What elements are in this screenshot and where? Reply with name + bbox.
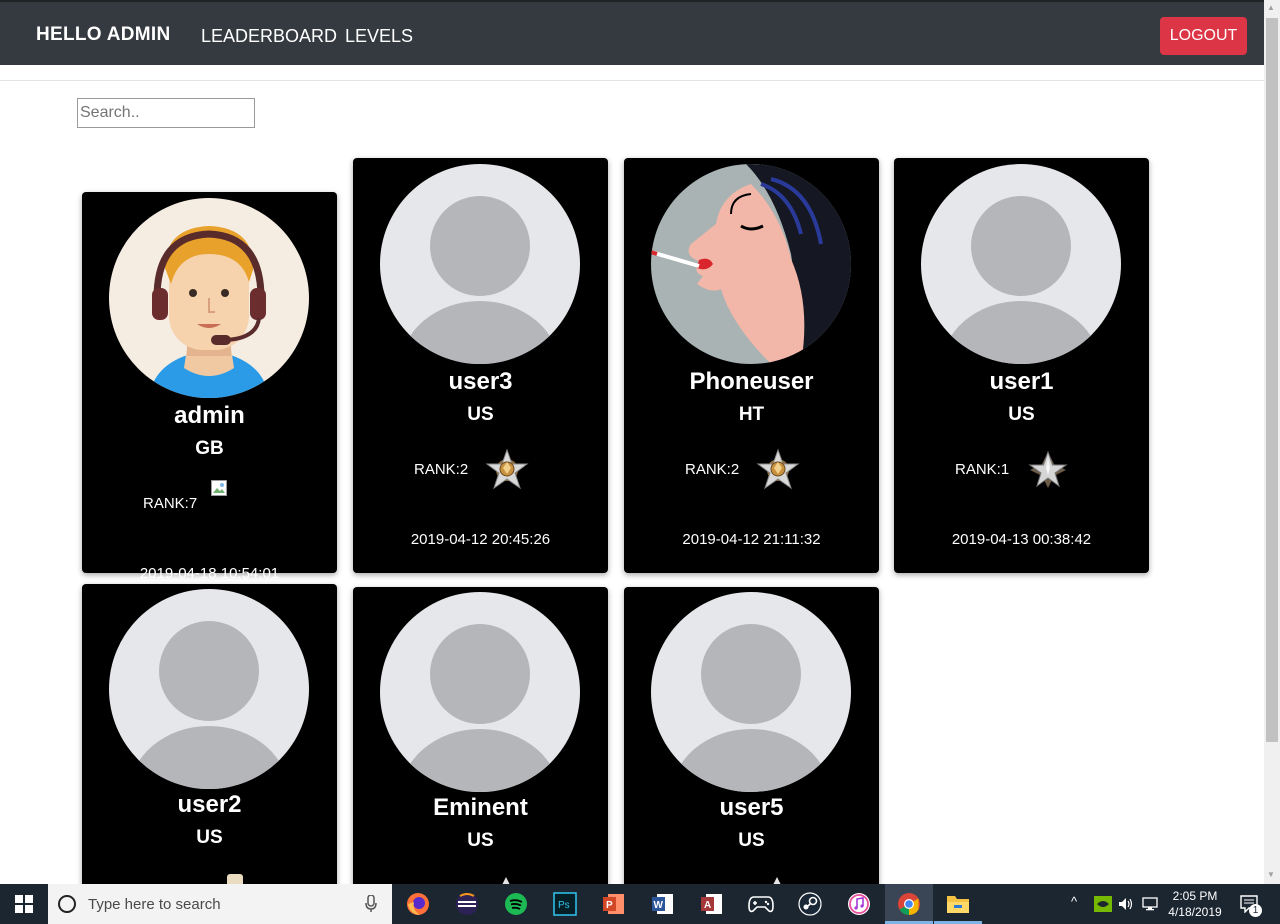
country-code: GB bbox=[195, 438, 224, 459]
access-icon[interactable]: A bbox=[696, 888, 728, 920]
start-button[interactable] bbox=[0, 884, 48, 924]
tray-overflow-chevron-icon[interactable]: ^ bbox=[1071, 894, 1077, 909]
file-explorer-icon[interactable] bbox=[942, 888, 974, 920]
user-card-user5[interactable]: user5 US bbox=[624, 587, 879, 907]
last-login-date: 2019-04-12 21:11:32 bbox=[682, 531, 821, 548]
country-code: HT bbox=[738, 404, 765, 425]
default-avatar bbox=[651, 592, 851, 792]
username: admin bbox=[174, 402, 245, 429]
country-code: US bbox=[467, 404, 494, 425]
logout-button[interactable]: LOGOUT bbox=[1160, 17, 1247, 55]
spotify-icon[interactable] bbox=[500, 888, 532, 920]
country-code: US bbox=[467, 830, 494, 851]
word-icon[interactable]: W bbox=[647, 888, 679, 920]
clock-time: 2:05 PM bbox=[1172, 889, 1218, 903]
username: user5 bbox=[719, 794, 784, 821]
username: Eminent bbox=[433, 794, 528, 821]
broken-image-icon bbox=[211, 480, 227, 496]
user-card-user1[interactable]: user1 US RANK:1 2019-04-13 00:38:42 bbox=[894, 158, 1149, 573]
country-code: US bbox=[1008, 404, 1035, 425]
network-icon[interactable] bbox=[1142, 896, 1158, 912]
windows-logo-icon bbox=[15, 895, 33, 913]
rank-label: RANK:2 bbox=[685, 461, 740, 478]
photoshop-icon[interactable]: Ps bbox=[549, 888, 581, 920]
volume-icon[interactable] bbox=[1118, 896, 1134, 912]
gold-star-badge-icon bbox=[756, 448, 800, 492]
rank-label: RANK:2 bbox=[414, 461, 469, 478]
firefox-icon[interactable] bbox=[402, 888, 434, 920]
country-code: US bbox=[738, 830, 765, 851]
chrome-icon[interactable] bbox=[893, 888, 925, 920]
taskbar-search-placeholder: Type here to search bbox=[88, 896, 221, 913]
svg-text:A: A bbox=[704, 900, 711, 911]
rank-label: RANK:1 bbox=[955, 461, 1010, 478]
page-scrollbar[interactable]: ▲ ▼ bbox=[1264, 0, 1280, 884]
last-login-date: 2019-04-12 20:45:26 bbox=[410, 531, 551, 548]
country-code: US bbox=[196, 827, 223, 848]
microphone-icon[interactable] bbox=[365, 895, 377, 913]
windows-taskbar: Type here to search Ps P W A ^ 2:05 PM 4… bbox=[0, 884, 1280, 924]
rank-label: RANK:7 bbox=[143, 495, 198, 512]
scroll-thumb[interactable] bbox=[1266, 18, 1278, 742]
steam-icon[interactable] bbox=[794, 888, 826, 920]
nav-link-leaderboard[interactable]: LEADERBOARD bbox=[201, 26, 337, 47]
username: user1 bbox=[989, 368, 1054, 395]
user-card-admin[interactable]: admin GB RANK:7 2019-04-18 10:54:01 bbox=[82, 192, 337, 582]
popart-woman-avatar bbox=[651, 164, 851, 364]
scroll-down-icon[interactable]: ▼ bbox=[1267, 870, 1275, 879]
silver-star-badge-icon bbox=[1026, 448, 1070, 492]
default-avatar bbox=[380, 592, 580, 792]
last-login-date: 2019-04-18 10:54:01 bbox=[139, 565, 280, 582]
scroll-up-icon[interactable]: ▲ bbox=[1267, 3, 1275, 12]
notification-count-badge: 1 bbox=[1249, 904, 1262, 917]
username: user2 bbox=[177, 791, 242, 818]
powerpoint-icon[interactable]: P bbox=[598, 888, 630, 920]
username: user3 bbox=[448, 368, 513, 395]
navbar-brand[interactable]: HELLO ADMIN bbox=[36, 24, 171, 46]
svg-text:P: P bbox=[606, 900, 613, 911]
default-avatar bbox=[109, 589, 309, 789]
nvidia-icon[interactable] bbox=[1094, 896, 1112, 912]
eclipse-icon[interactable] bbox=[451, 888, 483, 920]
system-clock[interactable]: 2:05 PM 4/18/2019 bbox=[1160, 888, 1230, 920]
default-avatar bbox=[921, 164, 1121, 364]
user-card-phoneuser[interactable]: Phoneuser HT RANK:2 2019-04-12 21:11:32 bbox=[624, 158, 879, 573]
search-input[interactable] bbox=[77, 98, 255, 128]
username: Phoneuser bbox=[689, 368, 814, 395]
user-card-user3[interactable]: user3 US RANK:2 2019-04-12 20:45:26 bbox=[353, 158, 608, 573]
gamer-headset-avatar bbox=[109, 198, 309, 398]
user-card-user2[interactable]: user2 US bbox=[82, 584, 337, 904]
taskbar-search-box[interactable]: Type here to search bbox=[48, 884, 392, 924]
svg-text:Ps: Ps bbox=[558, 900, 570, 911]
user-card-eminent[interactable]: Eminent US bbox=[353, 587, 608, 907]
last-login-date: 2019-04-13 00:38:42 bbox=[951, 531, 1092, 548]
svg-text:W: W bbox=[654, 900, 664, 911]
gamepad-icon[interactable] bbox=[745, 888, 777, 920]
top-navbar: HELLO ADMIN LEADERBOARD LEVELS LOGOUT bbox=[0, 0, 1264, 65]
gold-star-badge-icon bbox=[485, 448, 529, 492]
divider bbox=[0, 80, 1264, 81]
nav-link-levels[interactable]: LEVELS bbox=[345, 26, 413, 47]
clock-date: 4/18/2019 bbox=[1168, 905, 1222, 919]
itunes-icon[interactable] bbox=[843, 888, 875, 920]
cortana-icon bbox=[58, 895, 76, 913]
default-avatar bbox=[380, 164, 580, 364]
